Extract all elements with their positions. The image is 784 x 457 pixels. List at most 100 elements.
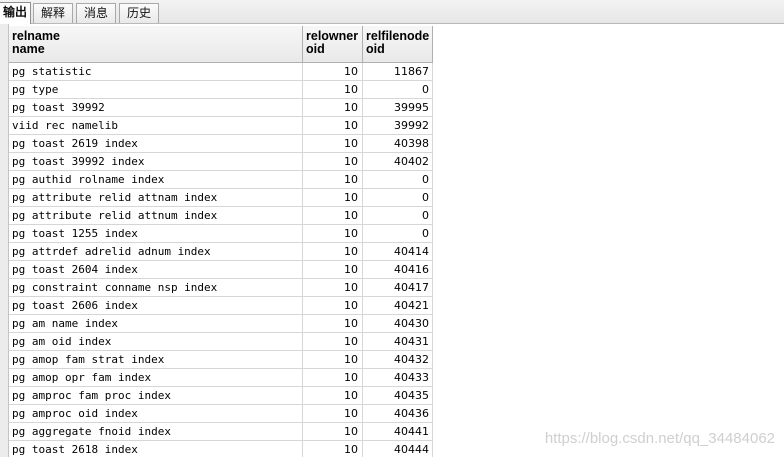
table-row[interactable]: pg amop fam strat index 10 40432 (9, 351, 433, 369)
cell-relowner[interactable]: 10 (303, 99, 363, 117)
cell-relfilenode[interactable]: 40444 (363, 441, 433, 457)
table-row[interactable]: pg authid rolname index 10 0 (9, 171, 433, 189)
table-row[interactable]: pg toast 1255 index 10 0 (9, 225, 433, 243)
cell-relowner[interactable]: 10 (303, 81, 363, 99)
cell-relowner[interactable]: 10 (303, 189, 363, 207)
cell-relname[interactable]: pg toast 2618 index (9, 441, 303, 457)
cell-relfilenode[interactable]: 0 (363, 171, 433, 189)
cell-relowner[interactable]: 10 (303, 63, 363, 81)
table-row[interactable]: pg toast 2604 index 10 40416 (9, 261, 433, 279)
cell-relfilenode[interactable]: 39995 (363, 99, 433, 117)
table-row[interactable]: pg toast 2606 index 10 40421 (9, 297, 433, 315)
cell-relfilenode[interactable]: 40441 (363, 423, 433, 441)
cell-relowner[interactable]: 10 (303, 261, 363, 279)
cell-relowner[interactable]: 10 (303, 369, 363, 387)
table-row[interactable]: pg attribute relid attnam index 10 0 (9, 189, 433, 207)
cell-relname[interactable]: viid rec namelib (9, 117, 303, 135)
table-row[interactable]: pg am name index 10 40430 (9, 315, 433, 333)
cell-relname[interactable]: pg toast 39992 (9, 99, 303, 117)
cell-relfilenode[interactable]: 0 (363, 207, 433, 225)
table-row[interactable]: viid rec namelib 10 39992 (9, 117, 433, 135)
tab-explain[interactable]: 解释 (33, 3, 73, 23)
cell-relfilenode[interactable]: 39992 (363, 117, 433, 135)
cell-relfilenode[interactable]: 40435 (363, 387, 433, 405)
table-row[interactable]: pg aggregate fnoid index 10 40441 (9, 423, 433, 441)
cell-relowner[interactable]: 10 (303, 297, 363, 315)
cell-relowner[interactable]: 10 (303, 117, 363, 135)
cell-relowner[interactable]: 10 (303, 441, 363, 457)
cell-relfilenode[interactable]: 40416 (363, 261, 433, 279)
cell-relfilenode[interactable]: 40402 (363, 153, 433, 171)
cell-relfilenode[interactable]: 0 (363, 81, 433, 99)
table-row[interactable]: pg toast 39992 10 39995 (9, 99, 433, 117)
cell-relname[interactable]: pg amproc oid index (9, 405, 303, 423)
cell-relname[interactable]: pg amproc fam proc index (9, 387, 303, 405)
cell-relfilenode[interactable]: 40431 (363, 333, 433, 351)
cell-relname[interactable]: pg type (9, 81, 303, 99)
cell-relname[interactable]: pg amop opr fam index (9, 369, 303, 387)
cell-relname[interactable]: pg statistic (9, 63, 303, 81)
cell-relowner[interactable]: 10 (303, 333, 363, 351)
cell-relname[interactable]: pg toast 2606 index (9, 297, 303, 315)
cell-relname[interactable]: pg toast 39992 index (9, 153, 303, 171)
cell-relfilenode[interactable]: 40421 (363, 297, 433, 315)
table-row[interactable]: pg amproc oid index 10 40436 (9, 405, 433, 423)
cell-relowner[interactable]: 10 (303, 207, 363, 225)
column-header-row: relname name relowner oid relfilenode oi… (9, 26, 433, 63)
cell-relowner[interactable]: 10 (303, 351, 363, 369)
table-row[interactable]: pg constraint conname nsp index 10 40417 (9, 279, 433, 297)
table-row[interactable]: pg toast 39992 index 10 40402 (9, 153, 433, 171)
cell-relowner[interactable]: 10 (303, 135, 363, 153)
column-header-relfilenode[interactable]: relfilenode oid (363, 26, 433, 62)
table-body: pg statistic 10 11867 pg type 10 0 pg toast 39… (9, 63, 433, 457)
cell-relowner[interactable]: 10 (303, 171, 363, 189)
cell-relname[interactable]: pg attribute relid attnum index (9, 207, 303, 225)
cell-relfilenode[interactable]: 0 (363, 225, 433, 243)
cell-relowner[interactable]: 10 (303, 405, 363, 423)
table-row[interactable]: pg amproc fam proc index 10 40435 (9, 387, 433, 405)
table-row[interactable]: pg attribute relid attnum index 10 0 (9, 207, 433, 225)
cell-relfilenode[interactable]: 40430 (363, 315, 433, 333)
cell-relname[interactable]: pg toast 2619 index (9, 135, 303, 153)
table-row[interactable]: pg toast 2619 index 10 40398 (9, 135, 433, 153)
cell-relowner[interactable]: 10 (303, 387, 363, 405)
cell-relowner[interactable]: 10 (303, 243, 363, 261)
table-row[interactable]: pg attrdef adrelid adnum index 10 40414 (9, 243, 433, 261)
column-type-label: name (12, 42, 45, 56)
cell-relname[interactable]: pg am oid index (9, 333, 303, 351)
cell-relfilenode[interactable]: 40414 (363, 243, 433, 261)
cell-relname[interactable]: pg attribute relid attnam index (9, 189, 303, 207)
cell-relfilenode[interactable]: 40432 (363, 351, 433, 369)
result-grid: relname name relowner oid relfilenode oi… (0, 24, 784, 457)
tab-output[interactable]: 输出 (0, 2, 31, 24)
cell-relname[interactable]: pg toast 2604 index (9, 261, 303, 279)
tab-messages[interactable]: 消息 (76, 3, 116, 23)
column-header-relname[interactable]: relname name (9, 26, 303, 62)
cell-relname[interactable]: pg am name index (9, 315, 303, 333)
cell-relfilenode[interactable]: 40436 (363, 405, 433, 423)
cell-relfilenode[interactable]: 11867 (363, 63, 433, 81)
tab-history[interactable]: 历史 (119, 3, 159, 23)
table-row[interactable]: pg type 10 0 (9, 81, 433, 99)
cell-relowner[interactable]: 10 (303, 153, 363, 171)
cell-relowner[interactable]: 10 (303, 315, 363, 333)
table-row[interactable]: pg toast 2618 index 10 40444 (9, 441, 433, 457)
cell-relowner[interactable]: 10 (303, 279, 363, 297)
cell-relowner[interactable]: 10 (303, 225, 363, 243)
cell-relfilenode[interactable]: 40433 (363, 369, 433, 387)
cell-relfilenode[interactable]: 40398 (363, 135, 433, 153)
table-row[interactable]: pg am oid index 10 40431 (9, 333, 433, 351)
table-row[interactable]: pg statistic 10 11867 (9, 63, 433, 81)
cell-relname[interactable]: pg attrdef adrelid adnum index (9, 243, 303, 261)
table-row[interactable]: pg amop opr fam index 10 40433 (9, 369, 433, 387)
cell-relfilenode[interactable]: 0 (363, 189, 433, 207)
cell-relname[interactable]: pg authid rolname index (9, 171, 303, 189)
cell-relfilenode[interactable]: 40417 (363, 279, 433, 297)
cell-relname[interactable]: pg amop fam strat index (9, 351, 303, 369)
cell-relname[interactable]: pg constraint conname nsp index (9, 279, 303, 297)
column-header-relowner[interactable]: relowner oid (303, 26, 363, 62)
row-header-gutter[interactable] (0, 24, 9, 457)
cell-relname[interactable]: pg aggregate fnoid index (9, 423, 303, 441)
cell-relowner[interactable]: 10 (303, 423, 363, 441)
cell-relname[interactable]: pg toast 1255 index (9, 225, 303, 243)
